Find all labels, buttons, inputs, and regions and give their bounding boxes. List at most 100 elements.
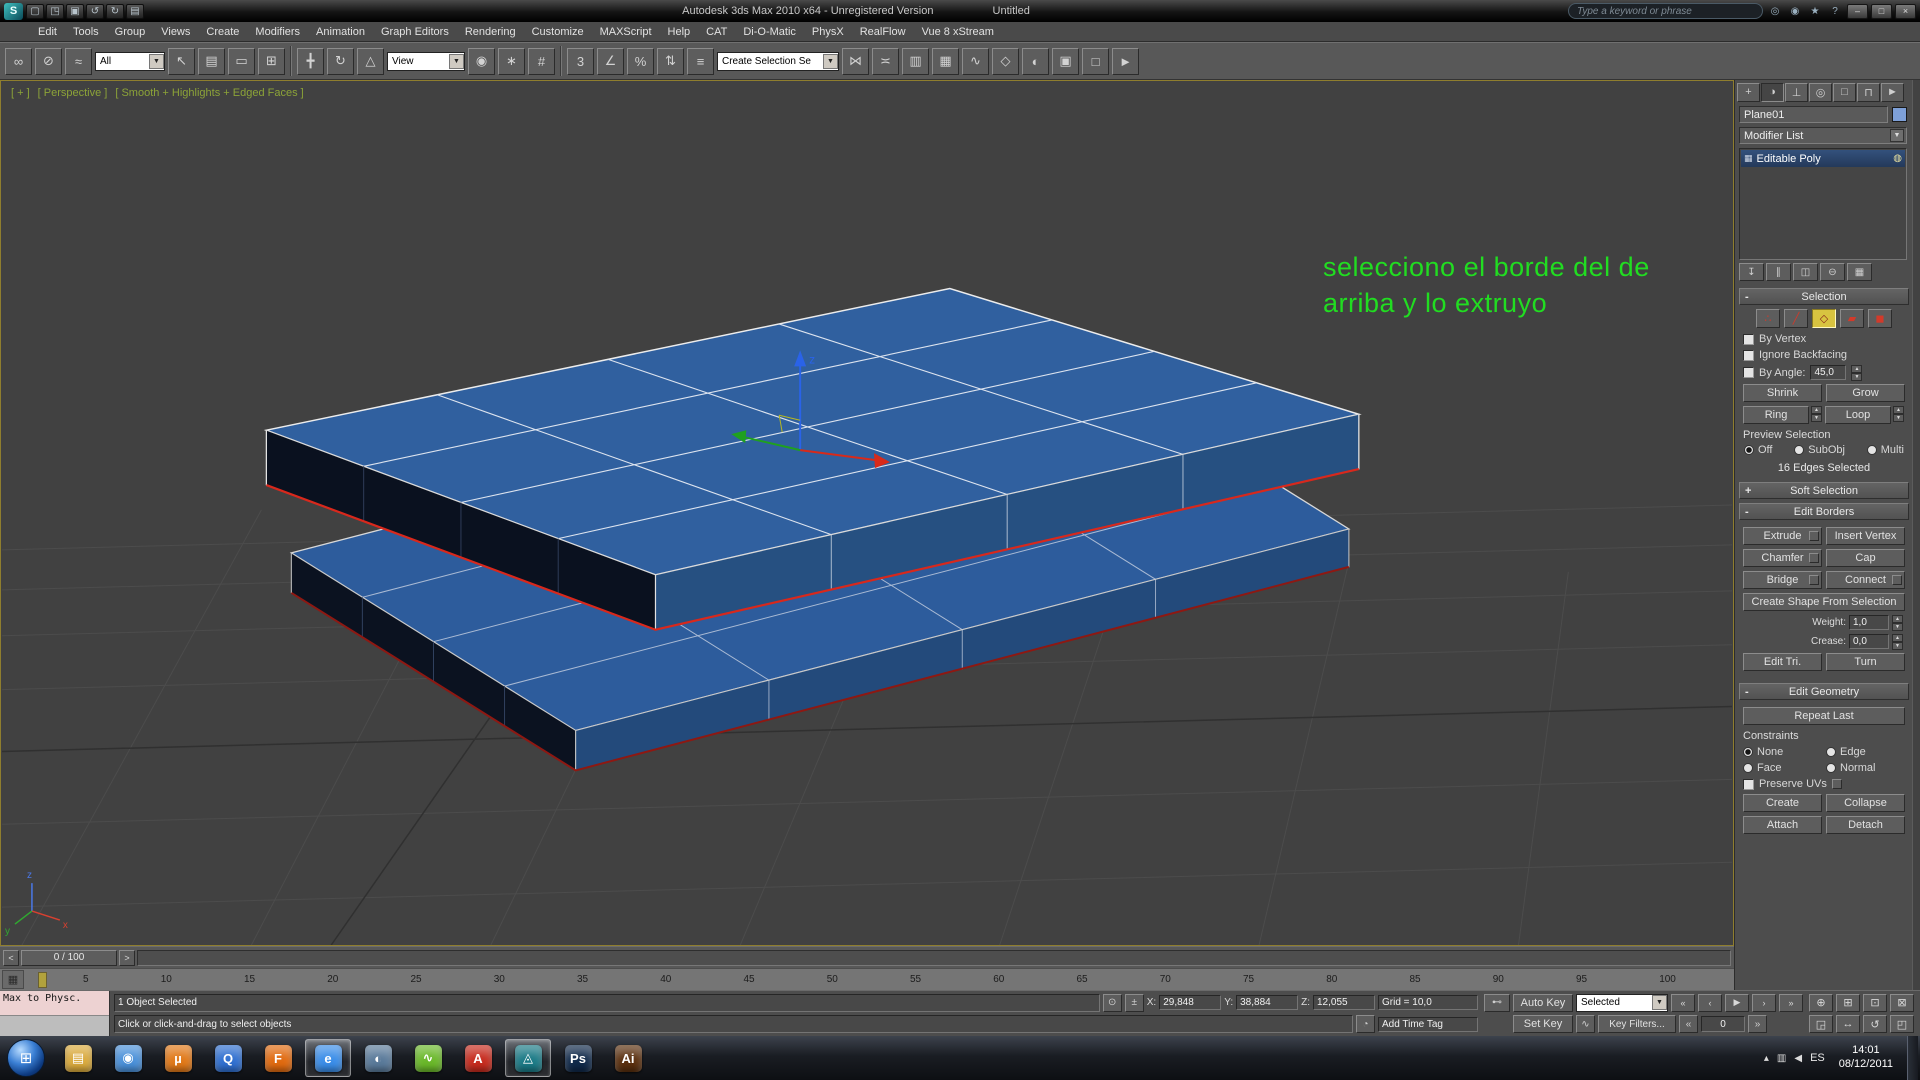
auto-key-button[interactable]: Auto Key: [1513, 994, 1573, 1012]
weight-spinner[interactable]: ▲▼: [1892, 615, 1903, 630]
menu-item[interactable]: Edit: [30, 26, 65, 38]
time-slider-handle[interactable]: 0 / 100: [21, 950, 117, 966]
select-by-name-icon[interactable]: ▤: [198, 48, 225, 75]
tray-network-icon[interactable]: ▥: [1777, 1053, 1786, 1064]
constraint-face-radio[interactable]: [1743, 763, 1753, 773]
object-name-field[interactable]: Plane01: [1739, 106, 1888, 123]
extrude-button[interactable]: Extrude: [1743, 527, 1822, 545]
time-slider-next-button[interactable]: >: [119, 950, 135, 966]
perspective-viewport[interactable]: [ + ] [ Perspective ] [ Smooth + Highlig…: [0, 80, 1734, 946]
menu-item[interactable]: Modifiers: [247, 26, 308, 38]
language-indicator[interactable]: ES: [1810, 1052, 1825, 1064]
rendered-frame-icon[interactable]: □: [1082, 48, 1109, 75]
rectangular-selection-icon[interactable]: ▭: [228, 48, 255, 75]
weight-field[interactable]: 1,0: [1849, 615, 1889, 630]
lock-selection-icon[interactable]: ⊙: [1103, 994, 1122, 1012]
unlink-selection-icon[interactable]: ⊘: [35, 48, 62, 75]
pan-icon[interactable]: ↔: [1836, 1015, 1860, 1033]
preview-multi-radio[interactable]: [1867, 445, 1877, 455]
favorites-icon[interactable]: ★: [1806, 4, 1824, 19]
crease-spinner[interactable]: ▲▼: [1892, 634, 1903, 649]
preview-subobj-radio[interactable]: [1794, 445, 1804, 455]
create-button[interactable]: Create: [1743, 794, 1822, 812]
taskbar-utorrent[interactable]: µ: [155, 1039, 201, 1077]
preview-off-radio[interactable]: [1744, 445, 1754, 455]
search-icon[interactable]: ◎: [1766, 4, 1784, 19]
use-pivot-center-icon[interactable]: ◉: [468, 48, 495, 75]
loop-button[interactable]: Loop: [1825, 406, 1891, 424]
rollout-selection-header[interactable]: - Selection: [1739, 288, 1909, 305]
track-bar-frame-marker[interactable]: [38, 972, 47, 988]
menu-item[interactable]: Group: [107, 26, 154, 38]
go-to-start-button[interactable]: «: [1671, 994, 1695, 1012]
menu-item[interactable]: Help: [660, 26, 699, 38]
go-to-end-button[interactable]: »: [1779, 994, 1803, 1012]
edge-icon[interactable]: ╱: [1784, 309, 1808, 328]
bridge-button[interactable]: Bridge: [1743, 571, 1822, 589]
manage-links-icon[interactable]: ▤: [126, 4, 144, 19]
menu-item[interactable]: Create: [198, 26, 247, 38]
minimize-button[interactable]: –: [1847, 4, 1868, 19]
loop-spinner[interactable]: ▲▼: [1893, 406, 1904, 421]
extrude-settings-button[interactable]: [1809, 531, 1819, 541]
schematic-view-icon[interactable]: ◇: [992, 48, 1019, 75]
turn-button[interactable]: Turn: [1826, 653, 1905, 671]
previous-key-button[interactable]: «: [1679, 1015, 1698, 1033]
select-and-link-icon[interactable]: ∞: [5, 48, 32, 75]
taskbar-chrome[interactable]: ◉: [105, 1039, 151, 1077]
current-frame-field[interactable]: 0: [1701, 1016, 1745, 1032]
preserve-uvs-settings-button[interactable]: [1832, 779, 1842, 789]
pin-stack-icon[interactable]: ↧: [1739, 263, 1764, 281]
menu-item[interactable]: Tools: [65, 26, 107, 38]
selection-filter-dropdown[interactable]: All▼: [95, 52, 165, 71]
select-and-move-icon[interactable]: ╋: [297, 48, 324, 75]
maximize-viewport-icon[interactable]: ◰: [1890, 1015, 1914, 1033]
select-and-manipulate-icon[interactable]: ∗: [498, 48, 525, 75]
create-shape-button[interactable]: Create Shape From Selection: [1743, 593, 1905, 611]
track-bar-ruler[interactable]: 5101520253035404550556065707580859095100: [47, 974, 1734, 985]
polygon-icon[interactable]: ▰: [1840, 309, 1864, 328]
new-scene-icon[interactable]: ▢: [26, 4, 44, 19]
field-of-view-icon[interactable]: ◲: [1809, 1015, 1833, 1033]
show-end-result-icon[interactable]: ∥: [1766, 263, 1791, 281]
graphite-tools-icon[interactable]: ▦: [932, 48, 959, 75]
taskbar-daemon-tools[interactable]: ◐: [355, 1039, 401, 1077]
connect-button[interactable]: Connect: [1826, 571, 1905, 589]
named-selection-sets-icon[interactable]: ≡: [687, 48, 714, 75]
arc-rotate-icon[interactable]: ↺: [1863, 1015, 1887, 1033]
key-mode-dropdown[interactable]: Selected▼: [1576, 994, 1668, 1012]
by-angle-field[interactable]: 45,0: [1810, 365, 1846, 380]
menu-item[interactable]: Views: [153, 26, 198, 38]
chamfer-button[interactable]: Chamfer: [1743, 549, 1822, 567]
taskbar-explorer[interactable]: ▤: [55, 1039, 101, 1077]
render-setup-icon[interactable]: ▣: [1052, 48, 1079, 75]
object-color-swatch[interactable]: [1892, 107, 1907, 122]
select-and-rotate-icon[interactable]: ↻: [327, 48, 354, 75]
menu-item[interactable]: Animation: [308, 26, 373, 38]
viewport-canvas[interactable]: z z x y: [1, 81, 1733, 945]
y-coordinate-field[interactable]: 38,884: [1236, 995, 1298, 1010]
key-filter-icon[interactable]: ∿: [1576, 1015, 1595, 1033]
make-unique-icon[interactable]: ◫: [1793, 263, 1818, 281]
quick-render-icon[interactable]: ►: [1112, 48, 1139, 75]
listener-white-pane[interactable]: [0, 1015, 109, 1036]
application-menu-button[interactable]: S: [4, 3, 23, 20]
tray-volume-icon[interactable]: ◀: [1794, 1053, 1802, 1064]
element-icon[interactable]: ◼: [1868, 309, 1892, 328]
tab-utilities[interactable]: ⊓: [1857, 83, 1880, 102]
crease-field[interactable]: 0,0: [1849, 634, 1889, 649]
next-frame-button[interactable]: ›: [1752, 994, 1776, 1012]
angle-snap-icon[interactable]: ∠: [597, 48, 624, 75]
tab-motion[interactable]: ◎: [1809, 83, 1832, 102]
taskbar-internet-explorer[interactable]: e: [305, 1039, 351, 1077]
viewport-general-menu[interactable]: [ + ]: [11, 87, 30, 99]
constraint-edge-radio[interactable]: [1826, 747, 1836, 757]
detach-button[interactable]: Detach: [1826, 816, 1905, 834]
ring-spinner[interactable]: ▲▼: [1811, 406, 1822, 421]
menu-item[interactable]: MAXScript: [592, 26, 660, 38]
select-and-scale-icon[interactable]: △: [357, 48, 384, 75]
undo-icon[interactable]: ↺: [86, 4, 104, 19]
shrink-button[interactable]: Shrink: [1743, 384, 1822, 402]
rollout-edit-borders-header[interactable]: - Edit Borders: [1739, 503, 1909, 520]
tab-overflow-arrow[interactable]: ►: [1881, 83, 1904, 102]
